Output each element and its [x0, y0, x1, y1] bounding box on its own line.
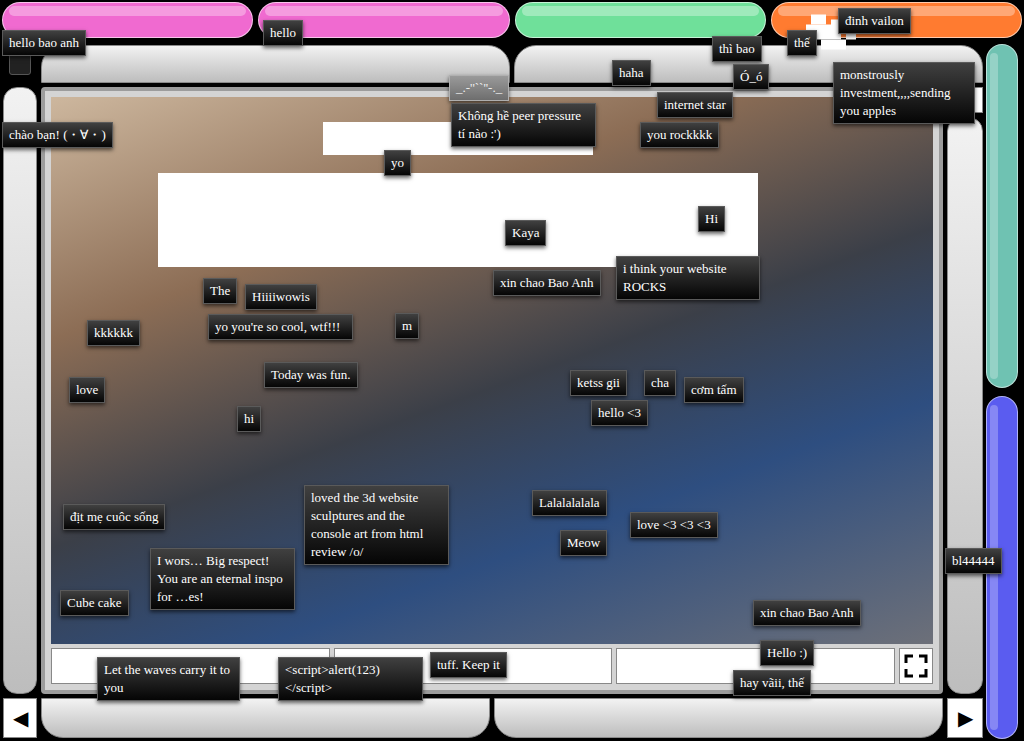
guestbook-note[interactable]: xin chao Bao Anh: [753, 600, 861, 626]
pixel-avatar-icon: [806, 14, 856, 50]
guestbook-note[interactable]: you rockkkk: [640, 122, 719, 148]
fullscreen-icon: [904, 654, 928, 678]
guestbook-note[interactable]: love <3 <3 <3: [630, 512, 718, 538]
side-bar[interactable]: [986, 44, 1018, 388]
message-field[interactable]: [616, 648, 895, 684]
guestbook-note[interactable]: xin chao Bao Anh: [493, 270, 601, 296]
guestbook-note[interactable]: _.-''``''-._: [449, 75, 509, 101]
previous-button[interactable]: ◀: [3, 698, 37, 738]
guestbook-note[interactable]: internet star: [657, 92, 733, 118]
guestbook-note[interactable]: ketss gii: [570, 370, 627, 396]
guestbook-note[interactable]: tuff. Keep it: [430, 652, 507, 678]
guestbook-note[interactable]: Let the waves carry it to you: [97, 657, 240, 701]
guestbook-note[interactable]: loved the 3d website sculptures and the …: [304, 485, 449, 565]
top-bar: [0, 0, 1024, 42]
guestbook-note[interactable]: Hiiiiwowis: [245, 284, 317, 310]
guestbook-note[interactable]: Lalalalalala: [532, 490, 607, 516]
guestbook-note[interactable]: yo you're so cool, wtf!!!: [208, 314, 353, 340]
guestbook-note[interactable]: cha: [644, 370, 676, 396]
guestbook-note[interactable]: kkkkkk: [87, 320, 140, 346]
guestbook-note[interactable]: địt mẹ cuôc sống: [63, 504, 165, 530]
left-rail: [3, 87, 37, 694]
white-block: [158, 173, 758, 267]
guestbook-note[interactable]: monstrously investment,,,,sending you ap…: [833, 62, 975, 124]
guestbook-note[interactable]: The: [203, 278, 237, 304]
guestbook-page: ◀ ▶ hello bao anh hello thế đinh vailon thì ba…: [0, 0, 1024, 741]
square-icon: [9, 53, 31, 75]
guestbook-note[interactable]: haha: [612, 60, 651, 86]
next-button[interactable]: ▶: [947, 698, 983, 738]
guestbook-note[interactable]: hello bao anh: [2, 30, 86, 56]
notes-layer: hello bao anh hello thế đinh vailon thì baoÓ…: [0, 0, 1024, 741]
footer-panel: [494, 698, 943, 738]
top-bar-segment[interactable]: [515, 2, 766, 38]
guestbook-note[interactable]: chào bạn! (・∀・): [2, 122, 113, 148]
guestbook-note[interactable]: Today was fun.: [264, 362, 358, 388]
side-bars: [986, 42, 1024, 741]
content-frame: [41, 87, 943, 694]
guestbook-note[interactable]: hello: [263, 20, 303, 46]
top-bar-segment[interactable]: [2, 2, 253, 38]
guestbook-note[interactable]: Kaya: [505, 220, 546, 246]
footer-panel: [41, 698, 490, 738]
guestbook-note[interactable]: <script>alert(123)</script>: [278, 657, 423, 701]
white-block: [323, 122, 593, 155]
guestbook-note[interactable]: Cube cake: [60, 590, 129, 616]
guestbook-note[interactable]: thế: [787, 30, 817, 56]
guestbook-note[interactable]: Không hề peer pressure tí nào :'): [451, 103, 596, 147]
guestbook-note[interactable]: hay vãii, thế: [733, 670, 811, 696]
header-panel: [514, 45, 983, 83]
message-field[interactable]: [51, 648, 330, 684]
guestbook-note[interactable]: hello <3: [591, 400, 648, 426]
guestbook-note[interactable]: m: [395, 313, 419, 339]
side-bar[interactable]: [986, 396, 1018, 740]
guestbook-note[interactable]: yo: [384, 150, 411, 176]
guestbook-note[interactable]: thì bao: [712, 36, 762, 62]
guestbook-note[interactable]: hi: [237, 406, 261, 432]
guestbook-note[interactable]: cơm tấm: [684, 377, 744, 403]
header-panel: [41, 45, 510, 83]
fullscreen-button[interactable]: [899, 648, 933, 684]
guestbook-note[interactable]: love: [69, 377, 105, 403]
menu-button[interactable]: [3, 45, 37, 83]
guestbook-note[interactable]: Meow: [560, 530, 607, 556]
minus-icon: [955, 97, 975, 103]
message-field[interactable]: [334, 648, 613, 684]
guestbook-note[interactable]: Ó_ó: [733, 64, 769, 90]
photo: [51, 97, 933, 644]
guestbook-note[interactable]: I wors… Big respect! You are an eternal …: [150, 548, 295, 610]
guestbook-note[interactable]: Hi: [698, 206, 725, 232]
guestbook-note[interactable]: bl44444: [945, 548, 1002, 574]
guestbook-note[interactable]: đinh vailon: [838, 8, 911, 34]
top-bar-segment[interactable]: [258, 2, 509, 38]
guestbook-note[interactable]: Hello :): [760, 640, 814, 666]
right-rail: [947, 117, 983, 694]
guestbook-note[interactable]: i think your website ROCKS: [616, 256, 760, 300]
minimize-button[interactable]: [947, 87, 983, 113]
